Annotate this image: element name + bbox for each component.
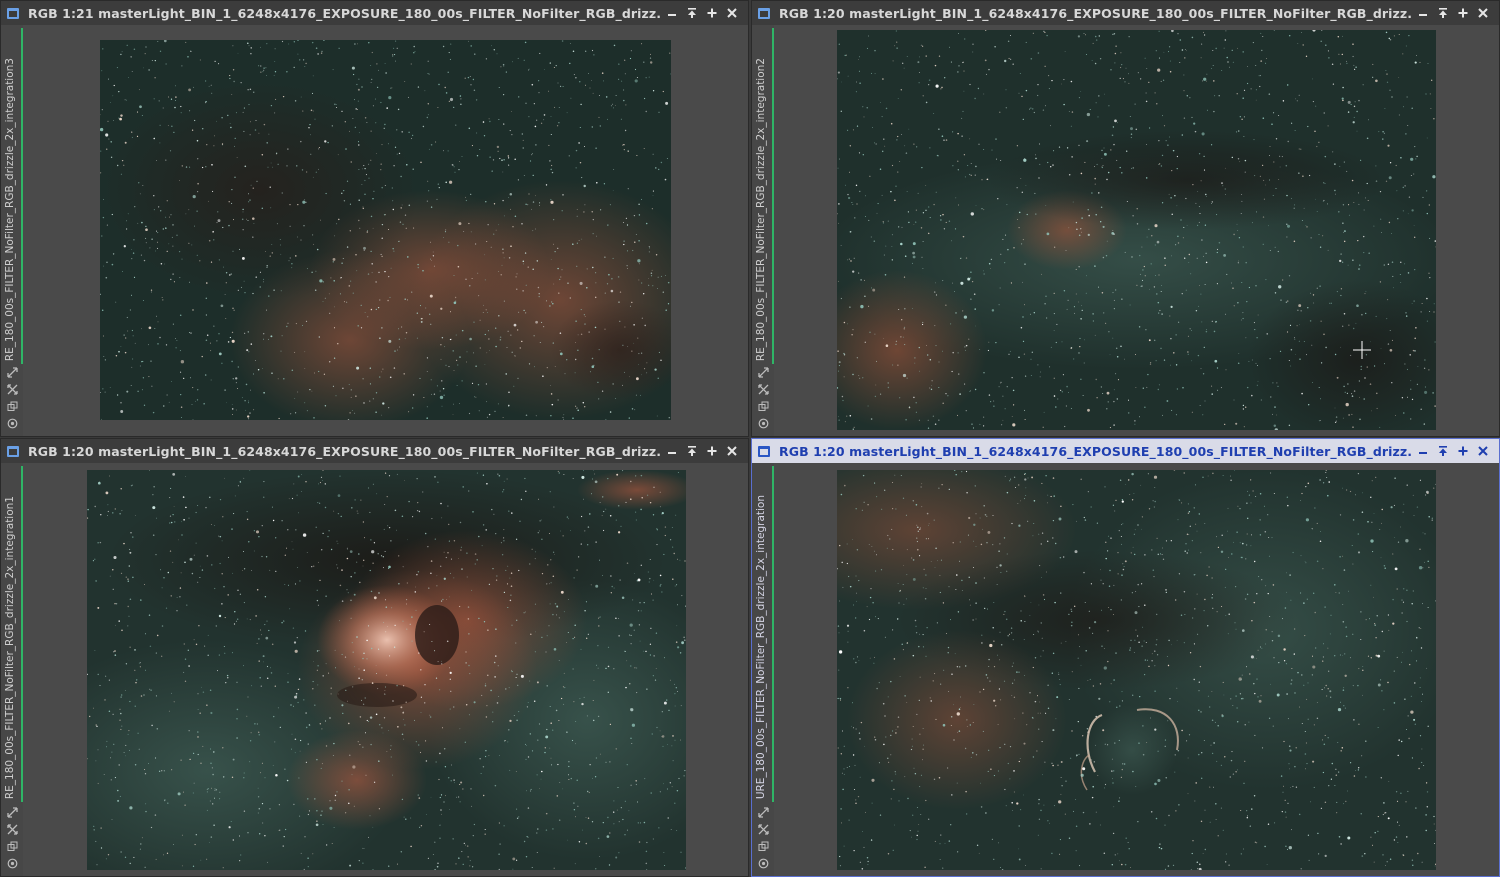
window-titlebar[interactable]: RGB 1:21 masterLight_BIN_1_6248x4176_EXP… [1, 1, 748, 25]
close-icon [727, 8, 737, 18]
shade-icon [1439, 446, 1447, 456]
star-field-image [837, 30, 1436, 430]
image-viewport[interactable] [100, 40, 671, 420]
maximize-icon [1458, 8, 1468, 18]
maximize-icon [1458, 446, 1468, 456]
minimize-icon [1419, 452, 1427, 454]
shade-icon [688, 446, 696, 456]
view-id-label: RE_180_00s_FILTER_NoFilter_RGB_drizzle_2… [755, 57, 767, 361]
zoom-icon[interactable] [5, 822, 19, 836]
close-button[interactable] [1473, 441, 1493, 461]
window-icon [7, 7, 19, 19]
window-title: RGB 1:20 masterLight_BIN_1_6248x4176_EXP… [779, 443, 1413, 459]
image-viewport[interactable] [87, 470, 686, 870]
clone-icon[interactable] [5, 399, 19, 413]
view-sidebar: RE_180_00s_FILTER_NoFilter_RGB_drizzle_2… [752, 25, 774, 436]
view-sidebar: RE_180_00s_FILTER_NoFilter_RGB_drizzle_2… [1, 463, 23, 876]
view-options-icon[interactable] [756, 856, 770, 870]
close-icon [727, 446, 737, 456]
image-viewport[interactable] [837, 470, 1436, 870]
close-button[interactable] [722, 3, 742, 23]
maximize-icon [707, 446, 717, 456]
minimize-icon [668, 452, 676, 454]
image-viewport[interactable] [837, 30, 1436, 430]
fit-view-icon[interactable] [5, 365, 19, 379]
view-sidebar: RE_180_00s_FILTER_NoFilter_RGB_drizzle_2… [1, 25, 23, 436]
window-title: RGB 1:20 masterLight_BIN_1_6248x4176_EXP… [28, 443, 662, 459]
close-icon [1478, 8, 1488, 18]
minimize-icon [668, 14, 676, 16]
view-options-icon[interactable] [5, 856, 19, 870]
shade-button[interactable] [1433, 3, 1453, 23]
shade-button[interactable] [682, 3, 702, 23]
minimize-button[interactable] [1413, 441, 1433, 461]
image-window-integration1[interactable]: RGB 1:20 masterLight_BIN_1_6248x4176_EXP… [0, 438, 749, 877]
view-options-icon[interactable] [756, 416, 770, 430]
close-icon [1478, 446, 1488, 456]
image-window-integration2[interactable]: RGB 1:20 masterLight_BIN_1_6248x4176_EXP… [751, 0, 1500, 437]
maximize-button[interactable] [702, 441, 722, 461]
selection-marker [772, 466, 774, 802]
fit-view-icon[interactable] [756, 365, 770, 379]
view-id-label: URE_180_00s_FILTER_NoFilter_RGB_drizzle_… [755, 494, 767, 799]
minimize-button[interactable] [662, 3, 682, 23]
close-button[interactable] [722, 441, 742, 461]
view-id-tab[interactable]: URE_180_00s_FILTER_NoFilter_RGB_drizzle_… [755, 469, 770, 799]
zoom-icon[interactable] [756, 382, 770, 396]
minimize-icon [1419, 14, 1427, 16]
zoom-icon[interactable] [5, 382, 19, 396]
close-button[interactable] [1473, 3, 1493, 23]
image-window-integration3[interactable]: RGB 1:21 masterLight_BIN_1_6248x4176_EXP… [0, 0, 749, 437]
view-id-label: RE_180_00s_FILTER_NoFilter_RGB_drizzle_2… [4, 57, 16, 361]
fit-view-icon[interactable] [756, 805, 770, 819]
maximize-button[interactable] [1453, 3, 1473, 23]
clone-icon[interactable] [756, 399, 770, 413]
shade-button[interactable] [1433, 441, 1453, 461]
view-id-tab[interactable]: RE_180_00s_FILTER_NoFilter_RGB_drizzle_2… [755, 31, 770, 361]
image-window-integration[interactable]: RGB 1:20 masterLight_BIN_1_6248x4176_EXP… [751, 438, 1500, 877]
star-field-image [100, 40, 671, 420]
zoom-icon[interactable] [756, 822, 770, 836]
fit-view-icon[interactable] [5, 805, 19, 819]
window-icon [7, 445, 19, 457]
star-field-image [837, 470, 1436, 870]
maximize-button[interactable] [1453, 441, 1473, 461]
window-title: RGB 1:21 masterLight_BIN_1_6248x4176_EXP… [28, 5, 662, 21]
maximize-icon [707, 8, 717, 18]
window-titlebar[interactable]: RGB 1:20 masterLight_BIN_1_6248x4176_EXP… [1, 439, 748, 463]
maximize-button[interactable] [702, 3, 722, 23]
minimize-button[interactable] [1413, 3, 1433, 23]
clone-icon[interactable] [756, 839, 770, 853]
window-title: RGB 1:20 masterLight_BIN_1_6248x4176_EXP… [779, 5, 1413, 21]
view-sidebar: URE_180_00s_FILTER_NoFilter_RGB_drizzle_… [752, 463, 774, 876]
view-id-tab[interactable]: RE_180_00s_FILTER_NoFilter_RGB_drizzle_2… [4, 469, 19, 799]
selection-marker [21, 466, 23, 802]
shade-icon [688, 8, 696, 18]
view-id-label: RE_180_00s_FILTER_NoFilter_RGB_drizzle_2… [4, 495, 16, 799]
selection-marker [21, 28, 23, 364]
window-icon [758, 7, 770, 19]
selection-marker [772, 28, 774, 364]
window-icon [758, 445, 770, 457]
window-titlebar[interactable]: RGB 1:20 masterLight_BIN_1_6248x4176_EXP… [752, 1, 1499, 25]
view-options-icon[interactable] [5, 416, 19, 430]
shade-button[interactable] [682, 441, 702, 461]
minimize-button[interactable] [662, 441, 682, 461]
star-field-image [87, 470, 686, 870]
window-titlebar[interactable]: RGB 1:20 masterLight_BIN_1_6248x4176_EXP… [752, 439, 1499, 463]
shade-icon [1439, 8, 1447, 18]
clone-icon[interactable] [5, 839, 19, 853]
view-id-tab[interactable]: RE_180_00s_FILTER_NoFilter_RGB_drizzle_2… [4, 31, 19, 361]
